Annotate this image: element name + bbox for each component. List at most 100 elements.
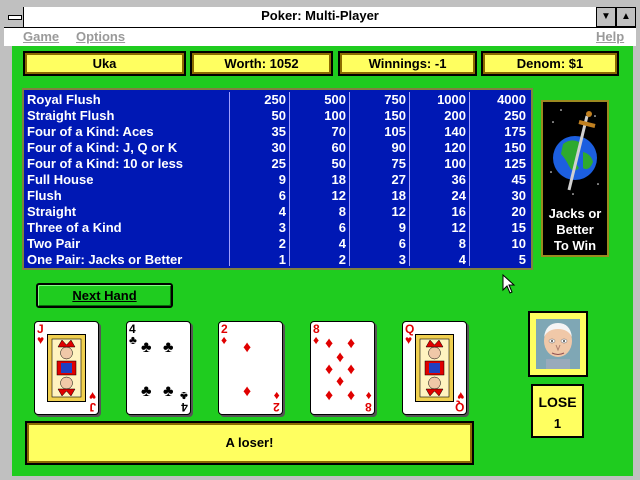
card-suit-icon: ♦ — [273, 389, 280, 403]
paytable-payout: 50 — [271, 108, 286, 123]
paytable-payout: 30 — [271, 140, 286, 155]
next-hand-button[interactable]: Next Hand — [36, 283, 173, 308]
paytable-payout: 9 — [278, 172, 286, 187]
paytable-payout: 30 — [511, 188, 526, 203]
paytable-payout: 8 — [458, 236, 466, 251]
minimize-button[interactable]: ▼ — [596, 7, 616, 27]
paytable-payout: 12 — [391, 204, 406, 219]
opponent-portrait[interactable] — [528, 311, 588, 377]
title-bar[interactable]: Poker: Multi-Player ▼ ▲ — [4, 7, 636, 28]
opponent-status-box: LOSE 1 — [531, 384, 584, 438]
menu-game[interactable]: Game — [23, 29, 59, 44]
card-index-bottom: 8 ♦ — [365, 389, 372, 414]
paytable-payout: 100 — [444, 156, 466, 171]
card-index-top: J ♥ — [37, 323, 44, 346]
card-pip-icon: ♦ — [347, 387, 356, 404]
playing-card[interactable]: 2 ♦ 2 ♦ ♦ ♦ — [218, 321, 283, 415]
paytable-payout: 12 — [451, 220, 466, 235]
next-hand-label: Next Hand — [72, 288, 137, 303]
card-pip-icon: ♦ — [243, 383, 252, 400]
game-type-label: Jacks or Better To Win — [543, 206, 607, 254]
playing-card[interactable]: 4 ♣ 4 ♣ ♣ ♣ ♣ ♣ — [126, 321, 191, 415]
paytable-payout: 75 — [391, 156, 406, 171]
paytable-payout: 2 — [338, 252, 346, 267]
winnings-box: Winnings: -1 — [338, 51, 477, 76]
playing-card[interactable]: J ♥ J ♥ — [34, 321, 99, 415]
card-suit-icon: ♦ — [313, 333, 320, 347]
card-pip-icon: ♣ — [163, 383, 174, 400]
paytable-payout: 18 — [391, 188, 406, 203]
playing-card[interactable]: Q ♥ Q ♥ — [402, 321, 467, 415]
card-index-top: 8 ♦ — [313, 323, 320, 347]
paytable-row: Straight Flush 50 100 150 200 250 — [24, 108, 531, 124]
paytable-payout: 24 — [451, 188, 466, 203]
card-pip-icon: ♦ — [347, 335, 356, 352]
playing-card[interactable]: 8 ♦ 8 ♦ ♦ ♦ ♦ ♦ ♦ ♦ ♦ ♦ — [310, 321, 375, 415]
paytable-payout: 100 — [324, 108, 346, 123]
mouse-pointer-icon — [502, 274, 516, 294]
maximize-button[interactable]: ▲ — [616, 7, 636, 27]
menu-help[interactable]: Help — [596, 29, 624, 44]
paytable-payout: 36 — [451, 172, 466, 187]
paytable-payout: 150 — [504, 140, 526, 155]
opponent-count: 1 — [553, 416, 562, 431]
paytable-payout: 6 — [338, 220, 346, 235]
paytable-payout: 50 — [331, 156, 346, 171]
game-type-line: Better — [556, 222, 594, 237]
opponent-status: LOSE — [538, 394, 577, 410]
paytable-payout: 90 — [391, 140, 406, 155]
game-type-panel: Jacks or Better To Win — [541, 100, 609, 257]
paytable-payout: 250 — [264, 92, 286, 107]
paytable-hand-name: Four of a Kind: 10 or less — [27, 156, 184, 171]
paytable-row: Royal Flush 250 500 750 1000 4000 — [24, 92, 531, 108]
card-index-bottom: Q ♥ — [455, 389, 464, 414]
poker-window: Poker: Multi-Player ▼ ▲ Game Options Hel… — [0, 0, 640, 480]
paytable-payout: 27 — [391, 172, 406, 187]
card-suit-icon: ♣ — [129, 333, 137, 347]
card-index-bottom: 2 ♦ — [273, 389, 280, 414]
paytable-payout: 150 — [384, 108, 406, 123]
paytable-payout: 105 — [384, 124, 406, 139]
paytable-row: Four of a Kind: Aces 35 70 105 140 175 — [24, 124, 531, 140]
paytable-payout: 4 — [338, 236, 346, 251]
card-pip-icon: ♦ — [243, 339, 252, 356]
paytable-payout: 140 — [444, 124, 466, 139]
paytable-payout: 35 — [271, 124, 286, 139]
card-suit-icon: ♥ — [405, 333, 413, 347]
card-suit-icon: ♦ — [221, 333, 228, 347]
player-name-box: Uka — [23, 51, 186, 76]
paytable-row: Flush 6 12 18 24 30 — [24, 188, 531, 204]
denomination-box: Denom: $1 — [481, 51, 619, 76]
paytable-row: Three of a Kind 3 6 9 12 15 — [24, 220, 531, 236]
paytable-payout: 500 — [324, 92, 346, 107]
paytable-row: One Pair: Jacks or Better 1 2 3 4 5 — [24, 252, 531, 268]
paytable-payout: 18 — [331, 172, 346, 187]
card-pip-icon: ♦ — [325, 361, 334, 378]
card-index-bottom: 4 ♣ — [180, 389, 188, 414]
paytable-payout: 16 — [451, 204, 466, 219]
card-pip-icon: ♦ — [336, 349, 345, 366]
paytable-payout: 2 — [278, 236, 286, 251]
paytable-hand-name: Royal Flush — [27, 92, 101, 107]
paytable-payout: 200 — [444, 108, 466, 123]
paytable-payout: 6 — [398, 236, 406, 251]
card-suit-icon: ♥ — [88, 389, 96, 403]
card-pip-icon: ♦ — [325, 335, 334, 352]
paytable-hand-name: Flush — [27, 188, 62, 203]
paytable-payout: 60 — [331, 140, 346, 155]
paytable-payout: 45 — [511, 172, 526, 187]
paytable-row: Full House 9 18 27 36 45 — [24, 172, 531, 188]
paytable-payout: 1000 — [437, 92, 466, 107]
card-suit-icon: ♣ — [180, 389, 188, 403]
paytable-payout: 9 — [398, 220, 406, 235]
paytable-payout: 15 — [511, 220, 526, 235]
card-suit-icon: ♦ — [365, 389, 372, 403]
paytable-hand-name: Three of a Kind — [27, 220, 122, 235]
paytable-payout: 4000 — [497, 92, 526, 107]
result-message: A loser! — [25, 421, 474, 465]
queen-face-icon — [415, 334, 454, 402]
card-pip-icon: ♣ — [163, 339, 174, 356]
paytable-hand-name: Straight — [27, 204, 77, 219]
paytable-payout: 25 — [271, 156, 286, 171]
menu-options[interactable]: Options — [76, 29, 125, 44]
